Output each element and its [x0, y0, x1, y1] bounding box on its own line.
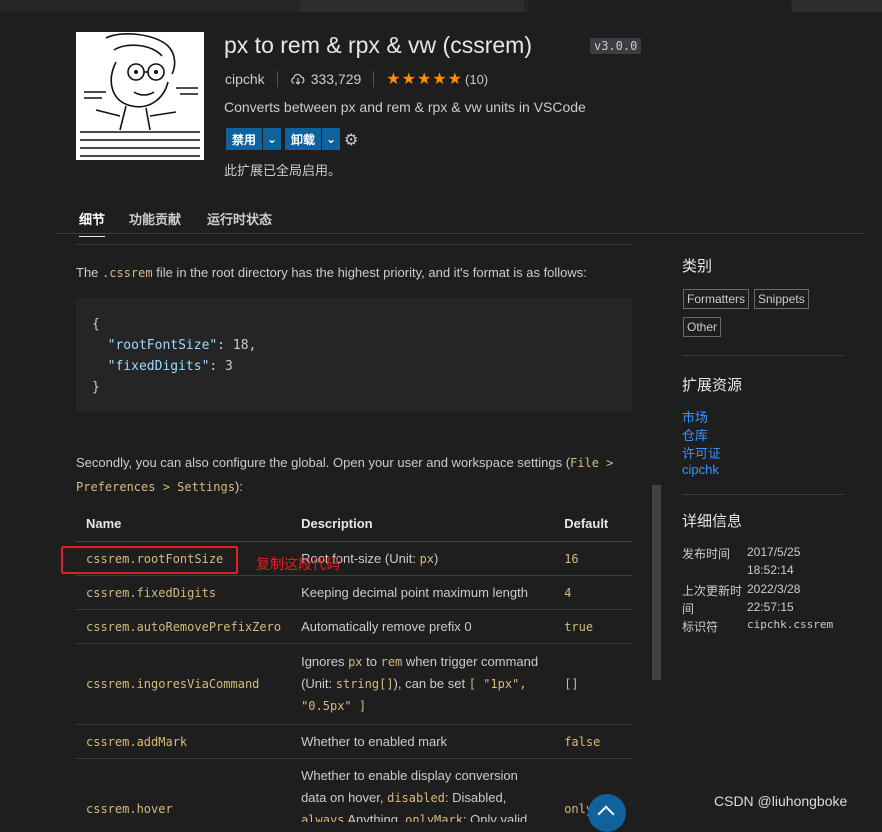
- divider: [682, 355, 844, 356]
- setting-name[interactable]: cssrem.fixedDigits: [76, 575, 292, 610]
- setting-name[interactable]: cssrem.addMark: [76, 724, 292, 759]
- chevron-down-icon: ⌄: [266, 132, 278, 146]
- category-chip[interactable]: Other: [683, 317, 722, 337]
- editor-tab-strip: [0, 0, 882, 12]
- column-header: Default: [554, 506, 632, 542]
- table-row: cssrem.fixedDigits Keeping decimal point…: [76, 575, 632, 610]
- inline-code: .cssrem: [102, 266, 153, 280]
- details-section: 详细信息: [682, 510, 844, 531]
- extension-logo: [76, 32, 204, 160]
- detail-tabs: 细节 功能贡献 运行时状态: [56, 200, 864, 237]
- setting-description: Whether to enable display conversion dat…: [291, 758, 555, 822]
- scrollbar-thumb[interactable]: [652, 485, 661, 680]
- info-updated: 上次更新时 2022/3/28: [682, 582, 801, 598]
- paragraph: The .cssrem file in the root directory h…: [76, 265, 587, 280]
- tab-contributions[interactable]: 功能贡献: [129, 209, 181, 228]
- readme-content: The .cssrem file in the root directory h…: [56, 234, 656, 822]
- section-title: 类别: [682, 258, 713, 275]
- setting-default: 16: [554, 541, 632, 576]
- column-header: Description: [291, 506, 555, 542]
- divider: [373, 71, 375, 87]
- category-chip[interactable]: Formatters: [683, 289, 750, 309]
- column-header: Name: [76, 506, 292, 542]
- info-updated-time: 间 22:57:15: [682, 600, 794, 616]
- setting-default: []: [554, 643, 632, 725]
- setting-description: Whether to enabled mark: [291, 724, 555, 759]
- table-row: cssrem.autoRemovePrefixZero Automaticall…: [76, 609, 632, 644]
- setting-default: true: [554, 609, 632, 644]
- setting-name[interactable]: cssrem.autoRemovePrefixZero: [76, 609, 292, 644]
- divider: [682, 494, 844, 495]
- scroll-to-top-button[interactable]: [588, 794, 626, 832]
- table-header-row: Name Description Default: [76, 506, 632, 542]
- section-title: 详细信息: [682, 513, 743, 530]
- paragraph: Secondly, you can also configure the glo…: [76, 455, 614, 494]
- table-row: cssrem.ingoresViaCommand Ignores px to r…: [76, 643, 632, 725]
- publisher-link[interactable]: cipchk: [225, 71, 265, 87]
- divider: [76, 244, 632, 245]
- disable-button-group: 禁用 ⌄: [226, 128, 282, 150]
- version-badge: v3.0.0: [590, 38, 642, 54]
- disable-dropdown-button[interactable]: ⌄: [262, 128, 282, 150]
- resource-link-license[interactable]: 许可证: [682, 443, 721, 462]
- resource-link-marketplace[interactable]: 市场: [682, 407, 708, 426]
- resources-section: 扩展资源: [682, 374, 844, 395]
- editor-tab-active[interactable]: [528, 0, 791, 12]
- gear-icon[interactable]: ⚙: [344, 130, 358, 150]
- tab-runtime-status[interactable]: 运行时状态: [207, 209, 272, 228]
- chevron-down-icon: ⌄: [325, 132, 337, 146]
- resource-link-publisher[interactable]: cipchk: [682, 462, 719, 477]
- annotation-text: 复制这段代码: [256, 556, 340, 572]
- rating-count[interactable]: (10): [465, 72, 488, 87]
- watermark: CSDN @liuhongboke: [714, 793, 848, 809]
- setting-name[interactable]: cssrem.ingoresViaCommand: [76, 643, 292, 725]
- setting-description: Keeping decimal point maximum length: [291, 575, 555, 610]
- uninstall-dropdown-button[interactable]: ⌄: [321, 128, 341, 150]
- enabled-status: 此扩展已全局启用。: [224, 163, 342, 178]
- disable-button[interactable]: 禁用: [226, 128, 263, 150]
- download-icon: [290, 72, 306, 86]
- info-identifier: 标识符 cipchk.cssrem: [682, 618, 834, 634]
- code-block: { "rootFontSize": 18, "fixedDigits": 3 }: [76, 298, 632, 413]
- setting-description: Automatically remove prefix 0: [291, 609, 555, 644]
- tab-details[interactable]: 细节: [79, 209, 106, 237]
- setting-default: 4: [554, 575, 632, 610]
- resource-link-repository[interactable]: 仓库: [682, 425, 708, 444]
- install-count: 333,729: [310, 71, 362, 87]
- divider: [276, 71, 278, 87]
- editor-tab[interactable]: [792, 0, 882, 12]
- table-row: cssrem.hover Whether to enable display c…: [76, 758, 632, 822]
- rating-stars[interactable]: ★★★★★: [386, 69, 463, 89]
- categories-section: 类别: [682, 255, 844, 276]
- extension-title: px to rem & rpx & vw (cssrem): [224, 32, 532, 58]
- section-title: 扩展资源: [682, 377, 743, 394]
- setting-default: false: [554, 724, 632, 759]
- setting-description: Ignores px to rem when trigger command (…: [291, 643, 555, 725]
- table-row: cssrem.addMark Whether to enabled mark f…: [76, 724, 632, 759]
- uninstall-button-group: 卸载 ⌄: [285, 128, 341, 150]
- highlight-box: [61, 546, 238, 574]
- category-chip[interactable]: Snippets: [754, 289, 809, 309]
- setting-name[interactable]: cssrem.hover: [76, 758, 292, 822]
- uninstall-button[interactable]: 卸载: [285, 128, 322, 150]
- extension-meta: cipchk 333,729 ★★★★★ (10): [225, 70, 488, 88]
- editor-tab[interactable]: [300, 0, 526, 12]
- info-published: 发布时间 2017/5/25: [682, 545, 801, 561]
- extension-description: Converts between px and rem & rpx & vw u…: [224, 99, 586, 115]
